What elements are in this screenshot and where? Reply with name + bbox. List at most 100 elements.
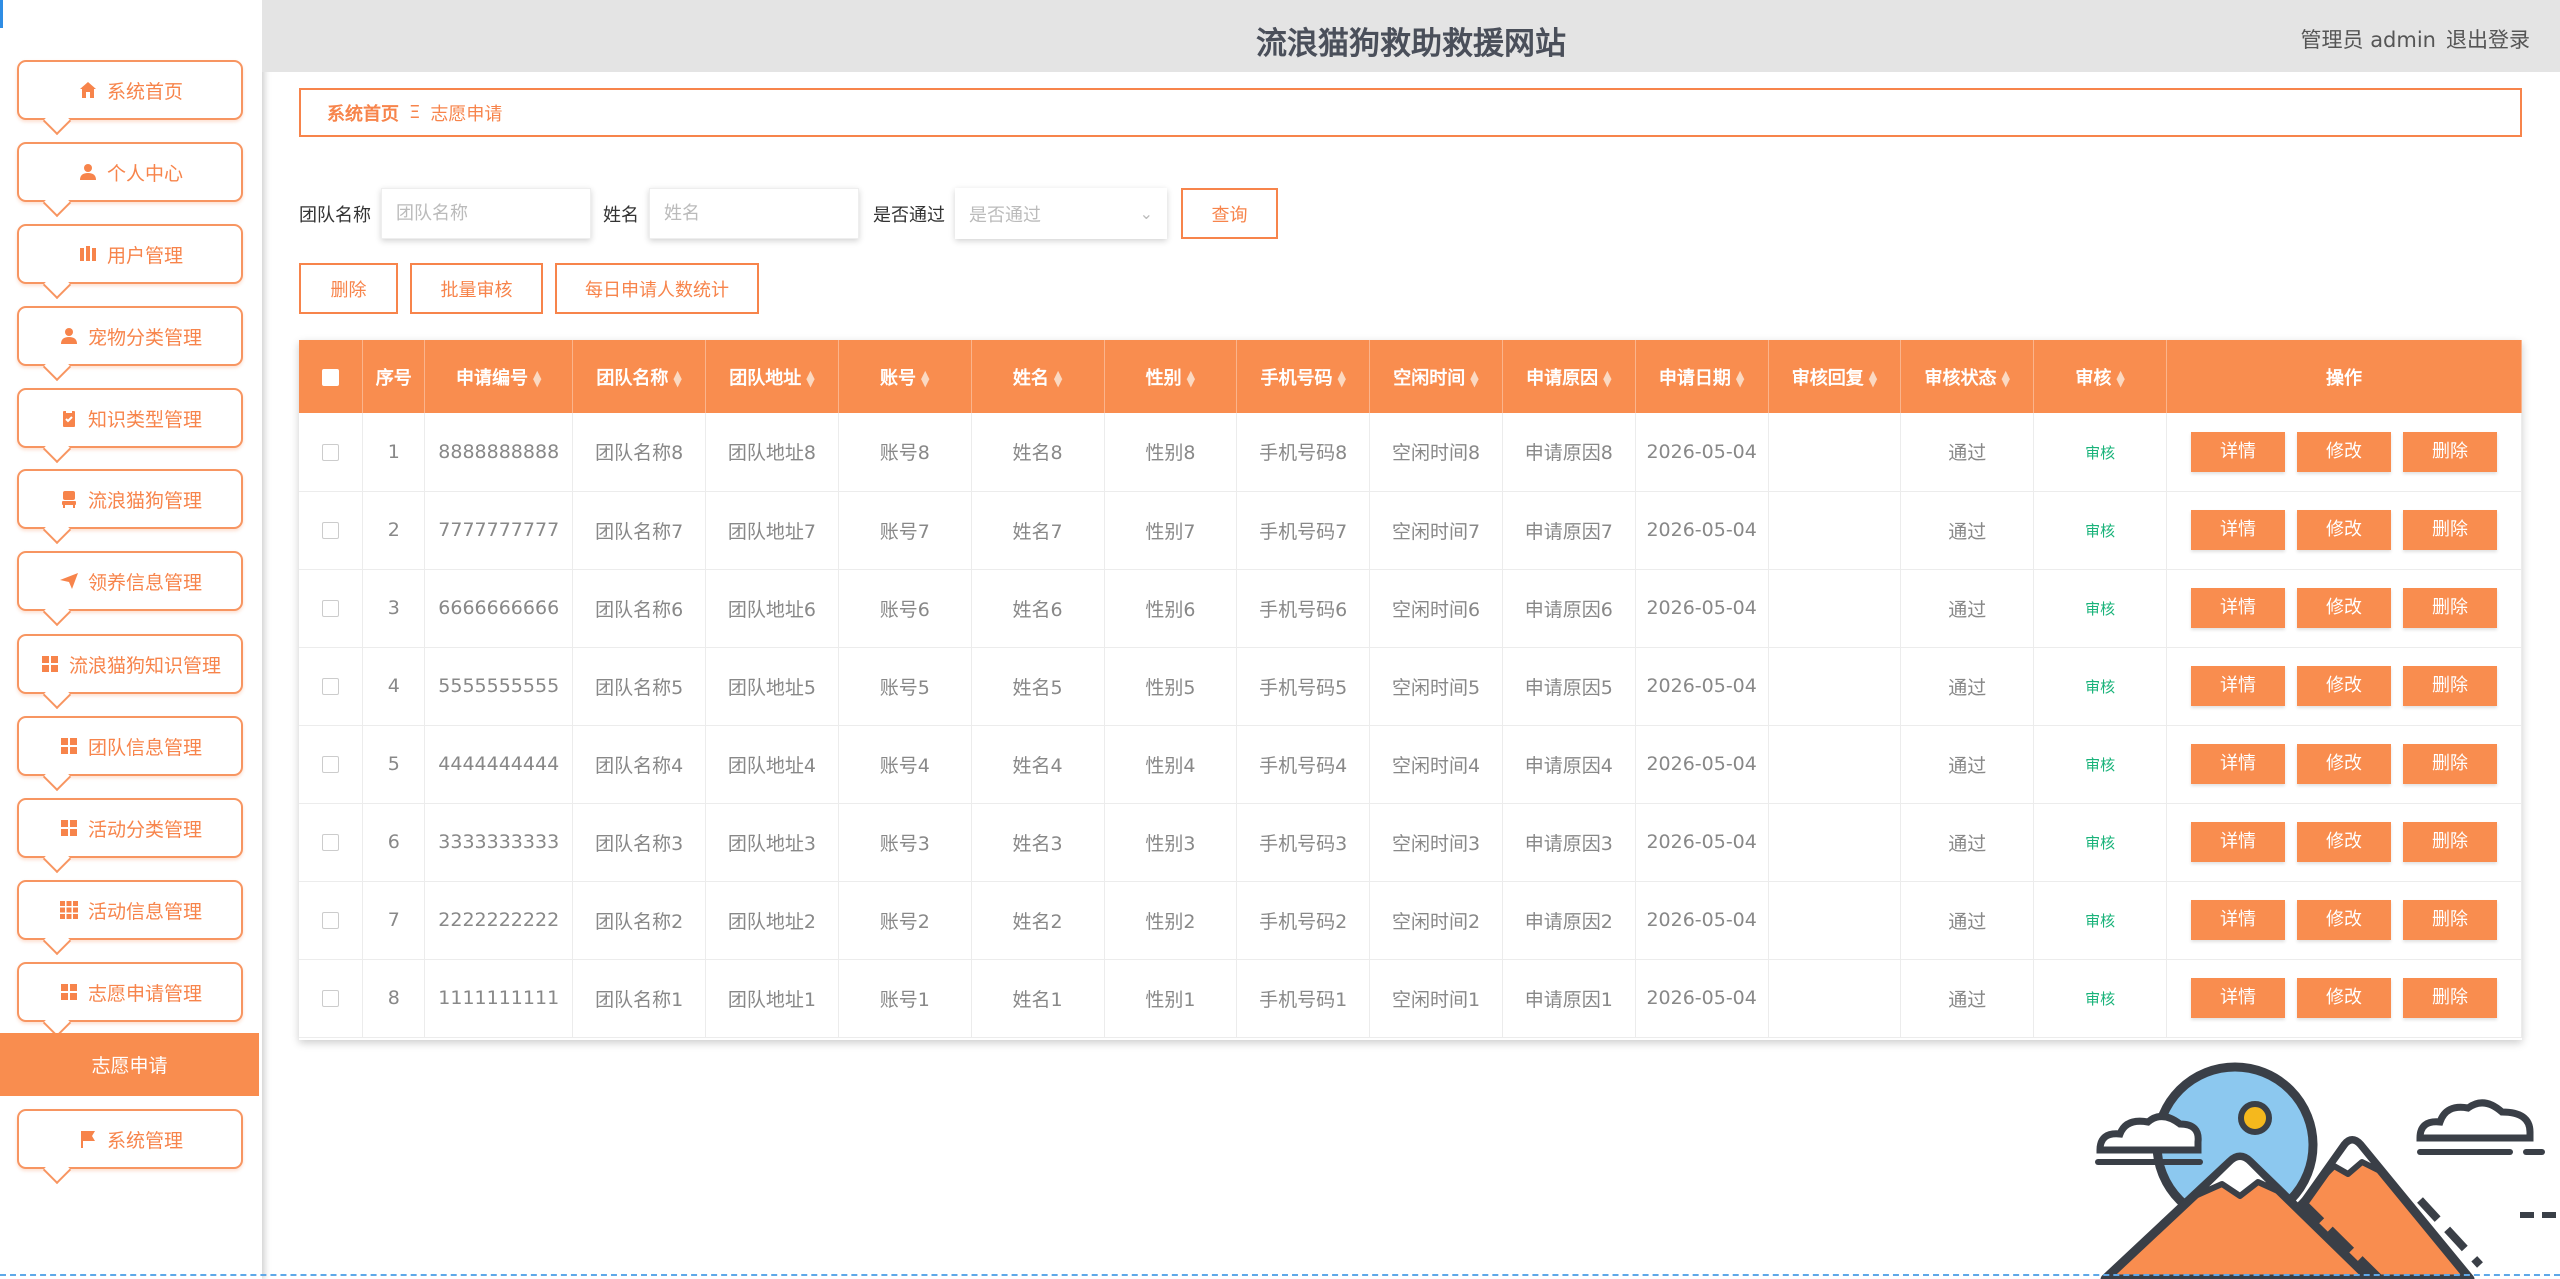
column-header-3[interactable]: 团队地址 ▲ ▼ xyxy=(705,340,839,413)
sort-caret-icon[interactable]: ▲ ▼ xyxy=(1337,369,1345,388)
sidebar-item-4[interactable]: 知识类型管理 xyxy=(17,388,243,448)
sidebar-item-1[interactable]: 个人中心 xyxy=(17,142,243,202)
delete-row-button[interactable]: 删除 xyxy=(2403,900,2497,940)
cell-free: 空闲时间6 xyxy=(1369,569,1503,647)
sort-caret-icon[interactable]: ▲ ▼ xyxy=(1054,369,1062,388)
sort-caret-icon[interactable]: ▲ ▼ xyxy=(1736,369,1744,388)
row-checkbox[interactable] xyxy=(322,600,340,617)
audit-link[interactable]: 审核 xyxy=(2085,834,2115,852)
sidebar-item-12[interactable]: 系统管理 xyxy=(17,1109,243,1169)
cell-status: 通过 xyxy=(1900,803,2035,881)
column-header-10[interactable]: 申请日期 ▲ ▼ xyxy=(1635,340,1769,413)
edit-button[interactable]: 修改 xyxy=(2297,900,2391,940)
sort-caret-icon[interactable]: ▲ ▼ xyxy=(806,369,814,388)
row-checkbox[interactable] xyxy=(322,834,340,851)
edit-button[interactable]: 修改 xyxy=(2297,744,2391,784)
delete-row-button[interactable]: 删除 xyxy=(2403,588,2497,628)
edit-button[interactable]: 修改 xyxy=(2297,588,2391,628)
cell-phone: 手机号码2 xyxy=(1236,881,1371,959)
detail-button[interactable]: 详情 xyxy=(2191,431,2285,472)
sidebar-item-11[interactable]: 志愿申请管理 xyxy=(17,962,243,1022)
daily-stats-button[interactable]: 每日申请人数统计 xyxy=(555,263,759,314)
sort-caret-icon[interactable]: ▲ ▼ xyxy=(2116,369,2124,388)
audit-link[interactable]: 审核 xyxy=(2085,444,2115,462)
edit-button[interactable]: 修改 xyxy=(2297,510,2391,550)
sidebar-item-0[interactable]: 系统首页 xyxy=(17,60,243,120)
sidebar-item-8[interactable]: 团队信息管理 xyxy=(17,716,243,776)
audit-link[interactable]: 审核 xyxy=(2085,912,2115,930)
sort-caret-icon[interactable]: ▲ ▼ xyxy=(2002,369,2010,388)
cell-audit: 审核 xyxy=(2033,881,2167,959)
column-header-5[interactable]: 姓名 ▲ ▼ xyxy=(971,340,1105,413)
audit-link[interactable]: 审核 xyxy=(2085,600,2115,618)
sidebar-item-3[interactable]: 宠物分类管理 xyxy=(17,306,243,366)
row-checkbox[interactable] xyxy=(322,756,340,773)
table-row: 1 8888888888 团队名称8 团队地址8 账号8 姓名8 性别8 手机号码8 空闲时间8… xyxy=(299,413,2522,491)
logout-link[interactable]: 退出登录 xyxy=(2446,24,2530,54)
delete-row-button[interactable]: 删除 xyxy=(2403,978,2497,1018)
query-button[interactable]: 查询 xyxy=(1181,188,1278,239)
column-header-6[interactable]: 性别 ▲ ▼ xyxy=(1104,340,1238,413)
audit-link[interactable]: 审核 xyxy=(2085,990,2115,1008)
edit-button[interactable]: 修改 xyxy=(2297,431,2391,472)
column-header-4[interactable]: 账号 ▲ ▼ xyxy=(838,340,972,413)
row-checkbox[interactable] xyxy=(322,912,340,929)
breadcrumb-home-link[interactable]: 系统首页 xyxy=(327,100,399,126)
delete-row-button[interactable]: 删除 xyxy=(2403,744,2497,784)
column-header-1[interactable]: 申请编号 ▲ ▼ xyxy=(424,340,574,413)
sort-caret-icon[interactable]: ▲ ▼ xyxy=(921,369,929,388)
detail-button[interactable]: 详情 xyxy=(2191,744,2285,784)
batch-audit-button[interactable]: 批量审核 xyxy=(410,263,543,314)
sidebar-item-6[interactable]: 领养信息管理 xyxy=(17,551,243,611)
sort-caret-icon[interactable]: ▲ ▼ xyxy=(533,369,541,388)
delete-row-button[interactable]: 删除 xyxy=(2403,666,2497,706)
sidebar-item-2[interactable]: 用户管理 xyxy=(17,224,243,284)
detail-button[interactable]: 详情 xyxy=(2191,510,2285,550)
cell-address: 团队地址4 xyxy=(705,725,839,803)
name-input[interactable] xyxy=(649,188,859,239)
sort-caret-icon[interactable]: ▲ ▼ xyxy=(1470,369,1478,388)
sort-caret-icon[interactable]: ▲ ▼ xyxy=(1869,369,1877,388)
delete-row-button[interactable]: 删除 xyxy=(2403,822,2497,862)
pass-status-select[interactable]: 是否通过 ⌄ xyxy=(955,188,1167,239)
column-header-2[interactable]: 团队名称 ▲ ▼ xyxy=(572,340,707,413)
detail-button[interactable]: 详情 xyxy=(2191,900,2285,940)
sidebar-item-5[interactable]: 流浪猫狗管理 xyxy=(17,469,243,529)
cell-status: 通过 xyxy=(1900,569,2035,647)
delete-row-button[interactable]: 删除 xyxy=(2403,510,2497,550)
audit-link[interactable]: 审核 xyxy=(2085,756,2115,774)
column-header-7[interactable]: 手机号码 ▲ ▼ xyxy=(1236,340,1371,413)
bulk-delete-button[interactable]: 删除 xyxy=(299,263,398,314)
row-checkbox[interactable] xyxy=(322,443,340,461)
delete-row-button[interactable]: 删除 xyxy=(2403,431,2497,472)
edit-button[interactable]: 修改 xyxy=(2297,978,2391,1018)
sidebar-item-10[interactable]: 活动信息管理 xyxy=(17,880,243,940)
sort-caret-icon[interactable]: ▲ ▼ xyxy=(1187,369,1195,388)
sidebar-subitem-volunteer-application[interactable]: 志愿申请 xyxy=(0,1033,259,1096)
detail-button[interactable]: 详情 xyxy=(2191,822,2285,862)
detail-button[interactable]: 详情 xyxy=(2191,588,2285,628)
sidebar-item-9[interactable]: 活动分类管理 xyxy=(17,798,243,858)
column-header-12[interactable]: 审核状态 ▲ ▼ xyxy=(1900,340,2035,413)
detail-button[interactable]: 详情 xyxy=(2191,978,2285,1018)
row-checkbox[interactable] xyxy=(322,678,340,695)
detail-button[interactable]: 详情 xyxy=(2191,666,2285,706)
cell-audit: 审核 xyxy=(2033,647,2167,725)
row-checkbox[interactable] xyxy=(322,522,340,539)
cell-code: 8888888888 xyxy=(424,413,574,491)
row-checkbox[interactable] xyxy=(322,990,340,1007)
column-header-11[interactable]: 审核回复 ▲ ▼ xyxy=(1768,340,1902,413)
sidebar-item-7[interactable]: 流浪猫狗知识管理 xyxy=(17,634,243,694)
sort-caret-icon[interactable]: ▲ ▼ xyxy=(673,369,681,388)
edit-button[interactable]: 修改 xyxy=(2297,666,2391,706)
audit-link[interactable]: 审核 xyxy=(2085,678,2115,696)
application-table: 序号 申请编号 ▲ ▼ 团队名称 ▲ ▼ 团队地址 ▲ ▼ 账号 ▲ ▼ 姓名 ▲ ▼ 性别 ▲ ▼ 手机号码 ▲ ▼ 空闲… xyxy=(299,340,2522,1040)
team-name-input[interactable] xyxy=(381,188,591,239)
select-all-checkbox[interactable] xyxy=(322,368,340,386)
audit-link[interactable]: 审核 xyxy=(2085,522,2115,540)
column-header-13[interactable]: 审核 ▲ ▼ xyxy=(2033,340,2167,413)
edit-button[interactable]: 修改 xyxy=(2297,822,2391,862)
column-header-9[interactable]: 申请原因 ▲ ▼ xyxy=(1502,340,1636,413)
sort-caret-icon[interactable]: ▲ ▼ xyxy=(1603,369,1611,388)
column-header-8[interactable]: 空闲时间 ▲ ▼ xyxy=(1369,340,1503,413)
